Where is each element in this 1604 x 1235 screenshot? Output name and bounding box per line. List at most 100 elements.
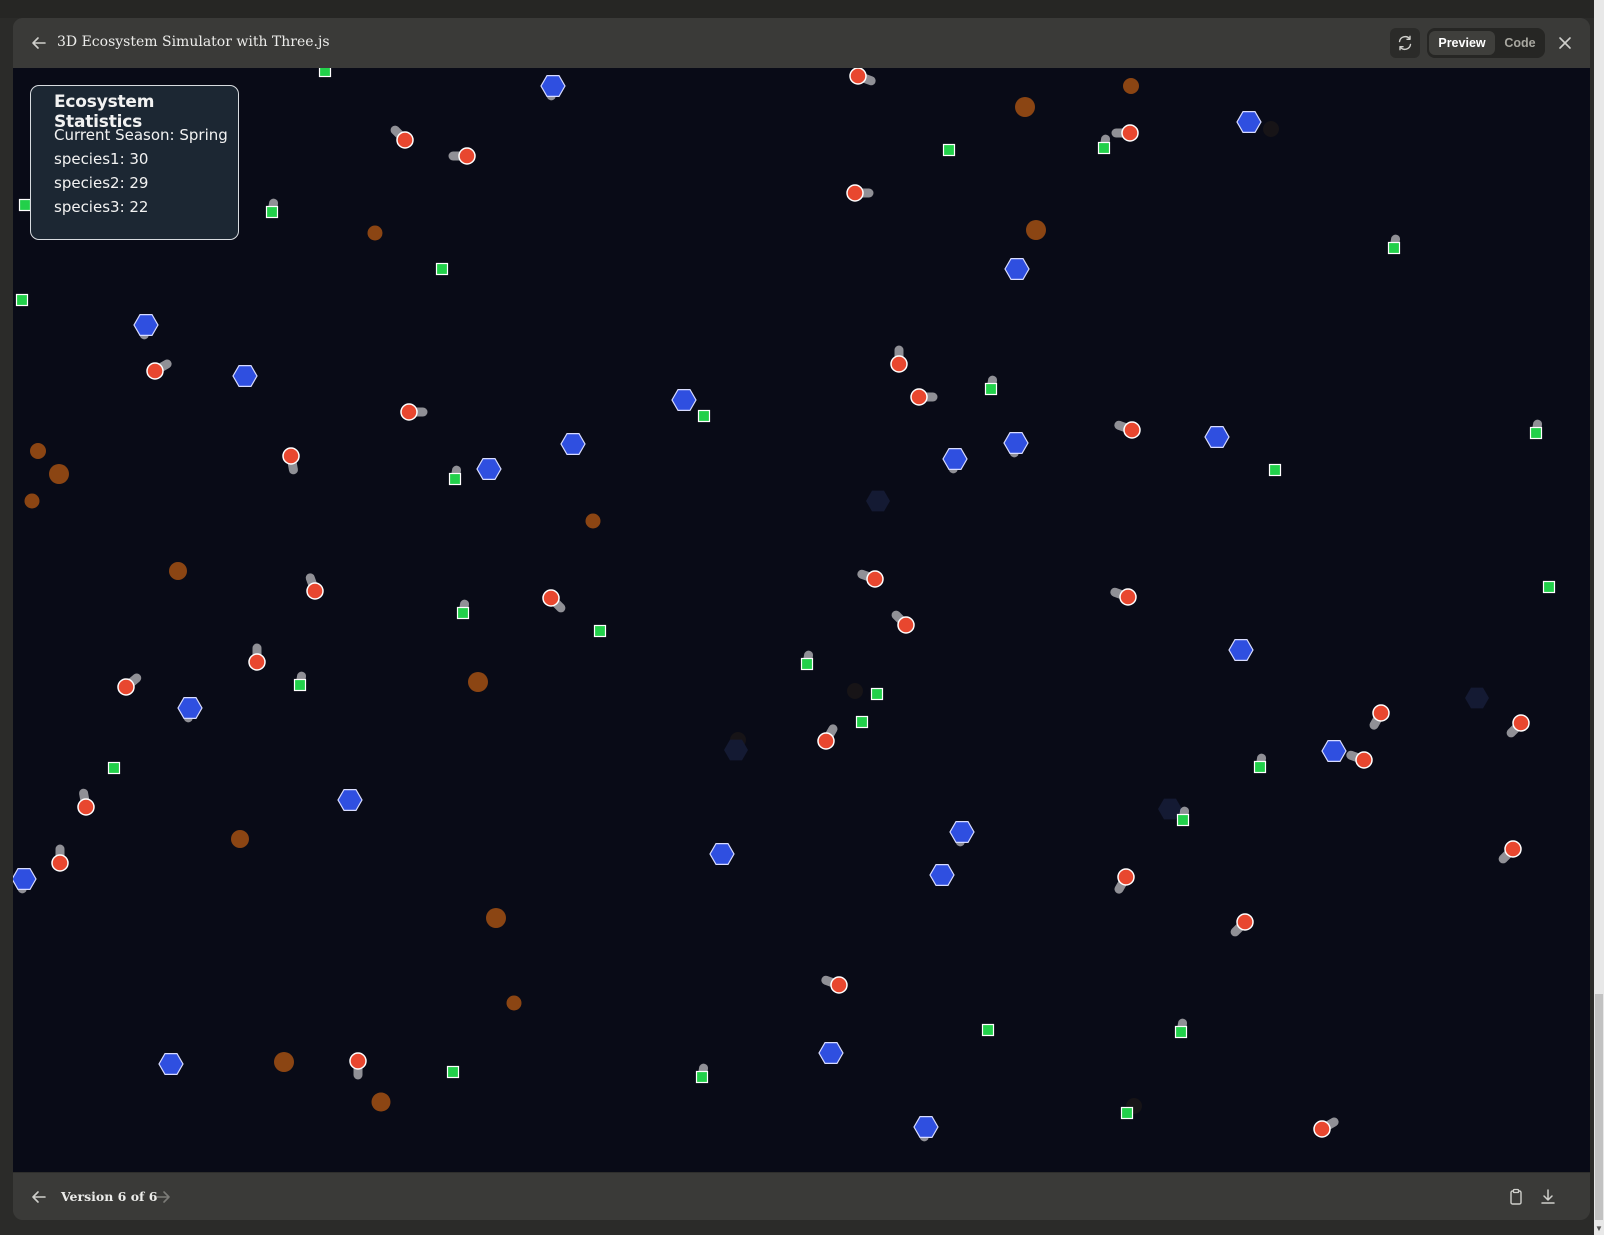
- scroll-down-arrow[interactable]: ▼: [1594, 1224, 1604, 1233]
- species2-hexagon: [942, 448, 968, 470]
- species2-hexagon: [1004, 258, 1030, 280]
- species2-hexagon: [133, 314, 159, 336]
- species1-circle: [830, 976, 848, 994]
- species3-square: [1529, 426, 1543, 440]
- faded-entity: [847, 683, 863, 699]
- stats-panel: Ecosystem Statistics Current Season: Spr…: [30, 85, 239, 240]
- species2-hexagon: [158, 1052, 184, 1076]
- footer-bar: Version 6 of 6: [13, 1172, 1590, 1220]
- food-pellet: [367, 225, 383, 241]
- food-pellet: [468, 672, 488, 692]
- season-text: Current Season: Spring: [54, 126, 228, 144]
- species2-hexagon: [929, 863, 955, 887]
- species3-square: [18, 198, 32, 212]
- tab-code[interactable]: Code: [1497, 31, 1543, 55]
- faded-species2: [866, 490, 890, 512]
- species1-circle: [458, 147, 476, 165]
- species1-circle: [248, 653, 266, 671]
- species3-square: [800, 657, 814, 671]
- species1-circle: [1119, 588, 1137, 606]
- food-pellet: [30, 443, 46, 459]
- food-pellet: [371, 1092, 391, 1112]
- species2-hexagon: [232, 365, 258, 387]
- refresh-icon: [1398, 35, 1412, 51]
- species2-hexagon: [560, 433, 586, 455]
- scrollbar-thumb[interactable]: [1595, 994, 1603, 1220]
- species3-square: [1268, 463, 1282, 477]
- species1-circle: [1504, 840, 1522, 858]
- species3-square: [1174, 1025, 1188, 1039]
- food-pellet: [1026, 220, 1046, 240]
- faded-species2: [1465, 687, 1489, 709]
- download-button[interactable]: [1536, 1185, 1560, 1209]
- species2-hexagon: [818, 1041, 844, 1065]
- species2-hexagon: [476, 458, 502, 480]
- species1-circle: [1372, 704, 1390, 722]
- species1-circle: [400, 403, 418, 421]
- species1-circle: [1236, 913, 1254, 931]
- food-pellet: [506, 995, 522, 1011]
- species3-square: [1120, 1106, 1134, 1120]
- species1-circle: [117, 678, 135, 696]
- clipboard-icon: [1510, 1188, 1522, 1205]
- species2-hexagon: [1236, 110, 1262, 134]
- species1-circle: [910, 388, 928, 406]
- tab-preview[interactable]: Preview: [1429, 31, 1495, 55]
- species1-circle: [306, 582, 324, 600]
- food-pellet: [274, 1052, 294, 1072]
- species2-hexagon: [177, 696, 203, 720]
- species3-square: [435, 262, 449, 276]
- arrow-left-icon: [32, 37, 46, 49]
- species3-square: [446, 1065, 460, 1079]
- species1-circle: [849, 68, 867, 85]
- copy-button[interactable]: [1504, 1185, 1528, 1209]
- back-button[interactable]: [27, 31, 51, 55]
- species3-square: [697, 409, 711, 423]
- species1-circle: [1117, 868, 1135, 886]
- species3-square: [318, 68, 332, 78]
- species3-square: [293, 678, 307, 692]
- species3-square: [593, 624, 607, 638]
- food-pellet: [169, 562, 187, 580]
- species3-square: [870, 687, 884, 701]
- species3-square: [15, 293, 29, 307]
- food-pellet: [486, 908, 506, 928]
- species1-circle: [51, 854, 69, 872]
- species1-circle: [77, 798, 95, 816]
- species2-hexagon: [1321, 739, 1347, 763]
- species1-circle: [1123, 421, 1141, 439]
- species2-hexagon: [671, 389, 697, 411]
- species2-hexagon: [913, 1115, 939, 1139]
- arrow-left-icon: [32, 1191, 46, 1203]
- header-bar: 3D Ecosystem Simulator with Three.js Pre…: [13, 18, 1590, 69]
- arrow-right-icon: [156, 1191, 170, 1203]
- species2-hexagon: [337, 788, 363, 812]
- version-label: Version 6 of 6: [61, 1189, 158, 1204]
- simulation-canvas[interactable]: Ecosystem Statistics Current Season: Spr…: [13, 68, 1590, 1172]
- species3-square: [1387, 241, 1401, 255]
- species1-circle: [1512, 714, 1530, 732]
- species3-square: [107, 761, 121, 775]
- species1-circle: [846, 184, 864, 202]
- next-version-button[interactable]: [151, 1185, 175, 1209]
- artifact-panel: 3D Ecosystem Simulator with Three.js Pre…: [13, 18, 1590, 1220]
- faded-entity: [1263, 121, 1279, 137]
- refresh-button[interactable]: [1390, 28, 1420, 58]
- food-pellet: [24, 493, 40, 509]
- species1-count: species1: 30: [54, 150, 149, 168]
- species2-hexagon: [540, 74, 566, 97]
- food-pellet: [49, 464, 69, 484]
- species2-hexagon: [1228, 638, 1254, 662]
- artifact-title: 3D Ecosystem Simulator with Three.js: [57, 34, 330, 50]
- species3-count: species3: 22: [54, 198, 149, 216]
- species3-square: [1097, 141, 1111, 155]
- species1-circle: [890, 355, 908, 373]
- species1-circle: [817, 732, 835, 750]
- species1-circle: [866, 570, 884, 588]
- close-button[interactable]: [1553, 31, 1577, 55]
- species2-hexagon: [13, 867, 37, 891]
- species3-square: [1176, 813, 1190, 827]
- previous-version-button[interactable]: [27, 1185, 51, 1209]
- species1-circle: [1121, 124, 1139, 142]
- page-scrollbar[interactable]: ▼: [1594, 0, 1604, 1235]
